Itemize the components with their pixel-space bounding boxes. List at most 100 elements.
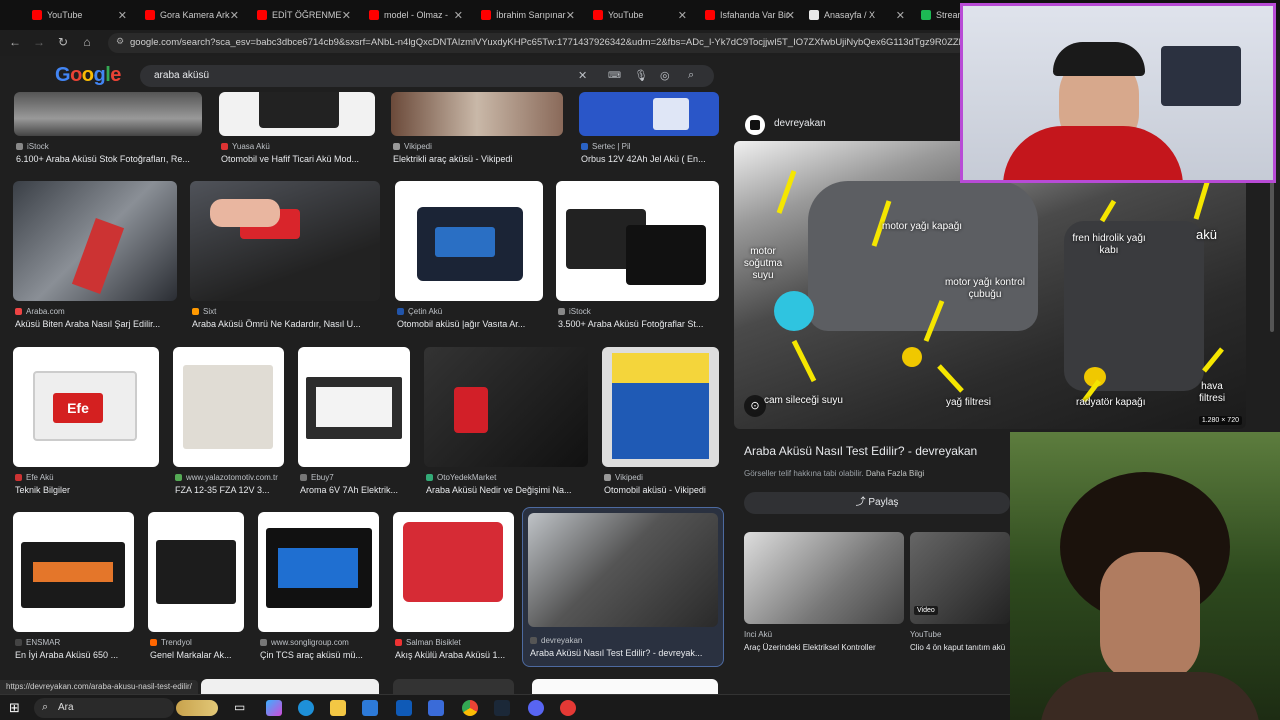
image-result[interactable]: Yuasa Akü Otomobil ve Hafif Ticari Akü M… — [219, 92, 375, 168]
lens-search-icon[interactable]: ⊙ — [744, 395, 766, 417]
image-result[interactable]: ENSMAR En İyi Araba Aküsü 650 ... — [13, 512, 134, 662]
label-dipstick: motor yağı kontrol çubuğu — [944, 277, 1026, 300]
result-thumbnail — [393, 512, 514, 632]
browser-tab[interactable]: Gora Kamera Arka ✕ — [131, 2, 243, 28]
close-icon[interactable]: ✕ — [454, 9, 463, 22]
tab-label: model - Olmaz - — [384, 10, 449, 20]
search-input[interactable]: araba aküsü ✕ ⌨ 🎙 ◎ ⌕ — [140, 65, 714, 87]
image-result[interactable]: Sixt Araba Aküsü Ömrü Ne Kadardır, Nasıl… — [190, 181, 380, 331]
source-icon — [221, 143, 228, 150]
image-result[interactable]: iStock 3.500+ Araba Aküsü Fotoğraflar St… — [556, 181, 719, 331]
discord-icon[interactable] — [528, 700, 544, 716]
close-icon[interactable]: ✕ — [566, 9, 575, 22]
image-result[interactable]: Ebuy7 Aroma 6V 7Ah Elektrik... — [298, 347, 410, 497]
result-source: Araba.com — [26, 307, 65, 316]
store-icon[interactable] — [362, 700, 378, 716]
result-title: Araba Aküsü Ömrü Ne Kadardır, Nasıl U... — [192, 319, 361, 329]
task-view-icon[interactable]: ▭ — [234, 700, 245, 714]
browser-tab[interactable]: Isfahanda Var Bir ✕ — [691, 2, 799, 28]
file-explorer-icon[interactable] — [330, 700, 346, 716]
related-thumbnail[interactable]: Video — [910, 532, 1010, 624]
image-result[interactable]: Çetin Akü Otomobil aküsü |ağır Vasıta Ar… — [395, 181, 543, 331]
related-thumbnail[interactable] — [744, 532, 904, 624]
result-title: Akış Akülü Araba Aküsü 1... — [395, 650, 506, 660]
result-title: Araba Aküsü Nasıl Test Edilir? - devreya… — [530, 648, 703, 658]
label-brake-fluid: fren hidrolik yağı kabı — [1072, 233, 1146, 256]
copilot-icon[interactable] — [266, 700, 282, 716]
search-icon[interactable]: ⌕ — [688, 69, 694, 82]
home-icon[interactable]: ⌂ — [79, 35, 95, 49]
result-thumbnail — [258, 512, 379, 632]
close-icon[interactable]: ✕ — [342, 9, 351, 22]
close-icon[interactable]: ✕ — [896, 9, 905, 22]
result-title: Aküsü Biten Araba Nasıl Şarj Edilir... — [15, 319, 161, 329]
back-icon[interactable]: ← — [7, 35, 23, 49]
image-result[interactable]: OtoYedekMarket Araba Aküsü Nedir ve Deği… — [424, 347, 588, 497]
related-title[interactable]: Araç Üzerindeki Elektriksel Kontroller — [744, 643, 876, 652]
image-result[interactable]: www.yalazotomotiv.com.tr FZA 12-35 FZA 1… — [173, 347, 284, 497]
app-icon[interactable] — [428, 700, 444, 716]
browser-tab[interactable]: YouTube ✕ — [579, 2, 691, 28]
result-title: Araba Aküsü Nedir ve Değişimi Na... — [426, 485, 572, 495]
browser-tab[interactable]: YouTube ✕ — [0, 2, 131, 28]
image-result[interactable]: Trendyol Genel Markalar Ak... — [148, 512, 244, 662]
image-result[interactable]: Efe Efe Akü Teknik Bilgiler — [13, 347, 159, 497]
preview-image[interactable]: motor soğutma suyu motor yağı kapağı fre… — [734, 141, 1246, 429]
close-icon[interactable]: ✕ — [786, 9, 795, 22]
close-icon[interactable]: ✕ — [118, 9, 127, 22]
source-icon — [15, 474, 22, 481]
browser-tab[interactable]: Anasayfa / X ✕ — [799, 2, 909, 28]
site-info-icon[interactable]: ⚙ — [116, 36, 124, 47]
keyboard-icon[interactable]: ⌨ — [608, 70, 621, 81]
result-source: Salman Bisiklet — [406, 638, 461, 647]
site-logo-icon — [745, 115, 765, 135]
image-result[interactable]: Vikipedi Elektrikli araç aküsü - Vikiped… — [391, 92, 563, 168]
browser-tab[interactable]: EDİT ÖĞRENMEY ✕ — [243, 2, 355, 28]
close-icon[interactable]: ✕ — [678, 9, 687, 22]
image-result[interactable]: www.songligroup.com Çin TCS araç aküsü m… — [258, 512, 379, 662]
label-battery: akü — [1196, 227, 1217, 242]
result-title: Otomobil ve Hafif Ticari Akü Mod... — [221, 154, 360, 164]
result-source: OtoYedekMarket — [437, 473, 497, 482]
app-icon[interactable] — [560, 700, 576, 716]
clear-icon[interactable]: ✕ — [578, 69, 587, 82]
source-icon — [16, 143, 23, 150]
edge-icon[interactable] — [298, 700, 314, 716]
windows-start-icon[interactable]: ⊞ — [9, 700, 20, 716]
image-result[interactable]: Vikipedi Otomobil aküsü - Vikipedi — [602, 347, 719, 497]
close-icon[interactable]: ✕ — [230, 9, 239, 22]
source-icon — [581, 143, 588, 150]
browser-tab[interactable]: model - Olmaz - ✕ — [355, 2, 467, 28]
image-result[interactable]: Sertec | Pil Orbus 12V 42Ah Jel Akü ( En… — [579, 92, 719, 168]
outlook-icon[interactable] — [396, 700, 412, 716]
chrome-icon[interactable] — [462, 700, 478, 716]
search-icon: ⌕ — [42, 701, 49, 713]
youtube-icon — [369, 10, 379, 20]
share-button[interactable]: ⤴ Paylaş — [744, 492, 1010, 514]
browser-tab[interactable]: İbrahim Sarıpınar ✕ — [467, 2, 579, 28]
image-result[interactable]: iStock 6.100+ Araba Aküsü Stok Fotoğrafl… — [14, 92, 202, 168]
google-logo[interactable]: Google — [55, 64, 121, 87]
forward-icon[interactable]: → — [31, 35, 47, 49]
image-result-selected[interactable]: devreyakan Araba Aküsü Nasıl Test Edilir… — [522, 507, 724, 667]
related-title[interactable]: Clio 4 ön kaput tanıtım akü — [910, 643, 1010, 652]
tab-label: YouTube — [47, 10, 83, 20]
result-title: Çin TCS araç aküsü mü... — [260, 650, 363, 660]
address-bar[interactable]: ⚙ google.com/search?sca_esv=babc3dbce671… — [108, 33, 968, 53]
widget-icon[interactable] — [176, 700, 218, 716]
more-info-link[interactable]: Daha Fazla Bilgi — [866, 469, 924, 478]
lens-icon[interactable]: ◎ — [660, 69, 670, 82]
taskbar-search[interactable]: ⌕ Ara — [34, 698, 174, 718]
preview-title[interactable]: Araba Aküsü Nasıl Test Edilir? - devreya… — [744, 444, 1014, 458]
image-result[interactable]: Salman Bisiklet Akış Akülü Araba Aküsü 1… — [393, 512, 514, 662]
youtube-icon — [481, 10, 491, 20]
image-dimensions: 1.280 × 720 — [1198, 416, 1242, 425]
steam-icon[interactable] — [494, 700, 510, 716]
image-result[interactable]: Araba.com Aküsü Biten Araba Nasıl Şarj E… — [13, 181, 177, 331]
microphone-icon[interactable]: 🎙 — [634, 69, 648, 82]
image-results-grid: iStock 6.100+ Araba Aküsü Stok Fotoğrafl… — [0, 92, 730, 720]
result-title: 6.100+ Araba Aküsü Stok Fotoğrafları, Re… — [16, 154, 190, 164]
reload-icon[interactable]: ↻ — [55, 35, 71, 49]
preview-site-name[interactable]: devreyakan — [774, 118, 826, 129]
source-icon — [192, 308, 199, 315]
